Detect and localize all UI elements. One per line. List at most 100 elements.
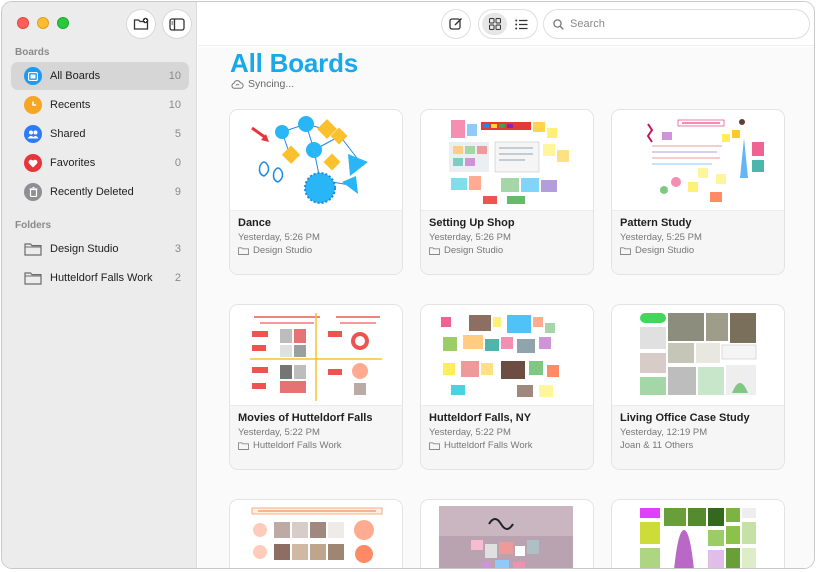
board-name: Pattern Study: [620, 217, 692, 229]
board-date: Yesterday, 12:19 PM: [620, 427, 708, 438]
sync-status: Syncing...: [231, 78, 294, 90]
sidebar-item-label: Recently Deleted: [50, 186, 134, 198]
trash-icon: [24, 183, 42, 201]
window-controls: [17, 17, 69, 29]
grid-view-button[interactable]: [482, 13, 507, 35]
folder-icon: [238, 441, 249, 450]
sidebar-item-label: Design Studio: [50, 243, 119, 255]
minimize-window-button[interactable]: [37, 17, 49, 29]
board-location-text: Design Studio: [635, 245, 695, 256]
cloud-sync-icon: [231, 79, 244, 89]
folder-icon: [24, 272, 42, 285]
heart-icon: [24, 154, 42, 172]
board-name: Hutteldorf Falls, NY: [429, 412, 532, 424]
board-thumbnail: [612, 500, 784, 568]
sidebar-icon: [169, 17, 185, 31]
search-icon: [553, 18, 564, 30]
board-location: Hutteldorf Falls Work: [429, 440, 585, 451]
sidebar-item-count: 3: [174, 243, 181, 255]
board-location-text: Hutteldorf Falls Work: [444, 440, 533, 451]
board-location: Hutteldorf Falls Work: [238, 440, 394, 451]
sidebar-item-recents[interactable]: Recents 10: [11, 91, 189, 119]
board-card-botanical[interactable]: [612, 500, 784, 568]
board-name: Dance: [238, 217, 272, 229]
board-name: Setting Up Shop: [429, 217, 515, 229]
board-thumbnail: [230, 110, 402, 211]
toggle-sidebar-button[interactable]: [163, 10, 191, 38]
clock-icon: [24, 96, 42, 114]
close-window-button[interactable]: [17, 17, 29, 29]
folder-icon: [238, 246, 249, 255]
folder-icon: [24, 243, 42, 256]
board-thumbnail: [230, 500, 402, 568]
board-location-text: Design Studio: [253, 245, 313, 256]
board-date: Yesterday, 5:22 PM: [238, 427, 320, 438]
board-card-setting-up-shop[interactable]: Setting Up Shop Yesterday, 5:26 PM Desig…: [421, 110, 593, 274]
list-icon: [515, 19, 528, 29]
sidebar-item-all-boards[interactable]: All Boards 10: [11, 62, 189, 90]
new-folder-button[interactable]: [127, 10, 155, 38]
board-location-text: Hutteldorf Falls Work: [253, 440, 342, 451]
board-date: Yesterday, 5:26 PM: [429, 232, 511, 243]
sidebar-item-count: 10: [168, 99, 181, 111]
board-card-hutteldorf-falls-ny[interactable]: Hutteldorf Falls, NY Yesterday, 5:22 PM …: [421, 305, 593, 469]
board-location: Joan & 11 Others: [620, 440, 776, 451]
sync-status-text: Syncing...: [248, 78, 295, 90]
board-name: Movies of Hutteldorf Falls: [238, 412, 373, 424]
board-card-movies-of-hutteldorf-falls[interactable]: Movies of Hutteldorf Falls Yesterday, 5:…: [230, 305, 402, 469]
board-card-capsule-collection[interactable]: [421, 500, 593, 568]
board-card-living-office-case-study[interactable]: Living Office Case Study Yesterday, 12:1…: [612, 305, 784, 469]
sidebar: Boards All Boards 10 Recents 10 Shared 5: [2, 2, 197, 568]
board-date: Yesterday, 5:22 PM: [429, 427, 511, 438]
sidebar-item-label: Shared: [50, 128, 86, 140]
grid-icon: [488, 18, 501, 30]
sidebar-item-favorites[interactable]: Favorites 0: [11, 149, 189, 177]
board-location: Design Studio: [238, 245, 394, 256]
sidebar-item-label: Hutteldorf Falls Work: [50, 272, 153, 284]
board-thumbnail: [421, 110, 593, 211]
compose-icon: [449, 18, 462, 30]
people-icon: [24, 125, 42, 143]
sidebar-item-shared[interactable]: Shared 5: [11, 120, 189, 148]
boards-icon: [24, 67, 42, 85]
board-date: Yesterday, 5:25 PM: [620, 232, 702, 243]
boards-section-header: Boards: [15, 47, 50, 58]
sidebar-item-folder-design-studio[interactable]: Design Studio 3: [11, 235, 189, 263]
search-field[interactable]: [544, 10, 809, 38]
search-input[interactable]: [570, 18, 790, 30]
board-location-text: Design Studio: [444, 245, 504, 256]
sidebar-item-folder-hutteldorf-falls-work[interactable]: Hutteldorf Falls Work 2: [11, 264, 189, 292]
board-card-dance[interactable]: Dance Yesterday, 5:26 PM Design Studio: [230, 110, 402, 274]
new-board-button[interactable]: [442, 10, 470, 38]
list-view-button[interactable]: [509, 13, 534, 35]
board-card-bread-making[interactable]: [230, 500, 402, 568]
board-thumbnail: [612, 110, 784, 211]
board-thumbnail: [230, 305, 402, 406]
sidebar-item-recently-deleted[interactable]: Recently Deleted 9: [11, 178, 189, 206]
toolbar: [198, 2, 814, 46]
board-date: Yesterday, 5:26 PM: [238, 232, 320, 243]
board-location-text: Joan & 11 Others: [620, 440, 694, 451]
new-folder-icon: [133, 17, 149, 30]
freeform-window: Boards All Boards 10 Recents 10 Shared 5: [1, 1, 815, 569]
sidebar-item-label: Favorites: [50, 157, 96, 169]
sidebar-item-label: Recents: [50, 99, 91, 111]
zoom-window-button[interactable]: [57, 17, 69, 29]
main-content: All Boards Syncing... Dance Yesterday, 5…: [198, 47, 814, 568]
view-mode-segmented-control: [479, 10, 537, 38]
board-thumbnail: [612, 305, 784, 406]
sidebar-item-count: 2: [174, 272, 181, 284]
page-title: All Boards: [230, 48, 359, 78]
sidebar-item-count: 9: [174, 186, 181, 198]
folders-section-header: Folders: [15, 220, 52, 231]
folder-icon: [620, 246, 631, 255]
board-card-pattern-study[interactable]: Pattern Study Yesterday, 5:25 PM Design …: [612, 110, 784, 274]
board-thumbnail: [421, 500, 593, 568]
board-location: Design Studio: [620, 245, 776, 256]
sidebar-item-count: 0: [174, 157, 181, 169]
sidebar-item-count: 10: [168, 70, 181, 82]
sidebar-item-count: 5: [174, 128, 181, 140]
board-thumbnail: [421, 305, 593, 406]
sidebar-item-label: All Boards: [50, 70, 101, 82]
folder-icon: [429, 246, 440, 255]
